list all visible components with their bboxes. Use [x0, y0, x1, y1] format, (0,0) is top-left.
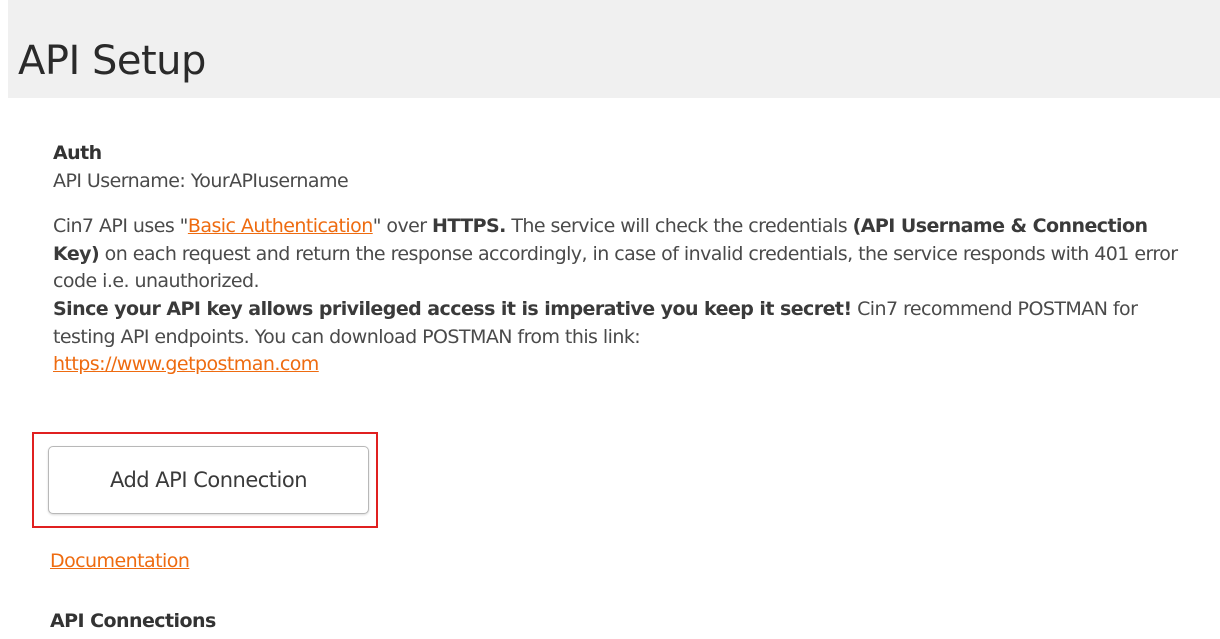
auth-section: Auth API Username: YourAPIusername Cin7 …: [53, 140, 1193, 379]
auth-description: Cin7 API uses "Basic Authentication" ove…: [53, 213, 1193, 379]
https-text: HTTPS.: [432, 215, 506, 238]
add-api-connection-button[interactable]: Add API Connection: [48, 446, 369, 514]
security-warning: Since your API key allows privileged acc…: [53, 297, 852, 320]
description-text: The service will check the credentials: [505, 215, 853, 238]
auth-title: Auth: [53, 142, 102, 164]
api-connections-title: API Connections: [50, 610, 216, 632]
auth-description-paragraph: Cin7 API uses "Basic Authentication" ove…: [53, 213, 1193, 296]
description-text: Cin7 API uses ": [53, 215, 188, 238]
security-warning-paragraph: Since your API key allows privileged acc…: [53, 296, 1193, 379]
description-text: " over: [372, 215, 433, 238]
page-title: API Setup: [18, 38, 206, 84]
page-header: API Setup: [8, 0, 1220, 98]
postman-link[interactable]: https://www.getpostman.com: [53, 353, 319, 375]
basic-authentication-link[interactable]: Basic Authentication: [188, 215, 373, 237]
api-username-value: YourAPIusername: [190, 169, 349, 192]
description-text: on each request and return the response …: [53, 242, 1178, 293]
api-username-line: API Username: YourAPIusername: [53, 168, 1193, 196]
documentation-link[interactable]: Documentation: [50, 550, 190, 572]
api-username-label: API Username:: [53, 169, 186, 192]
